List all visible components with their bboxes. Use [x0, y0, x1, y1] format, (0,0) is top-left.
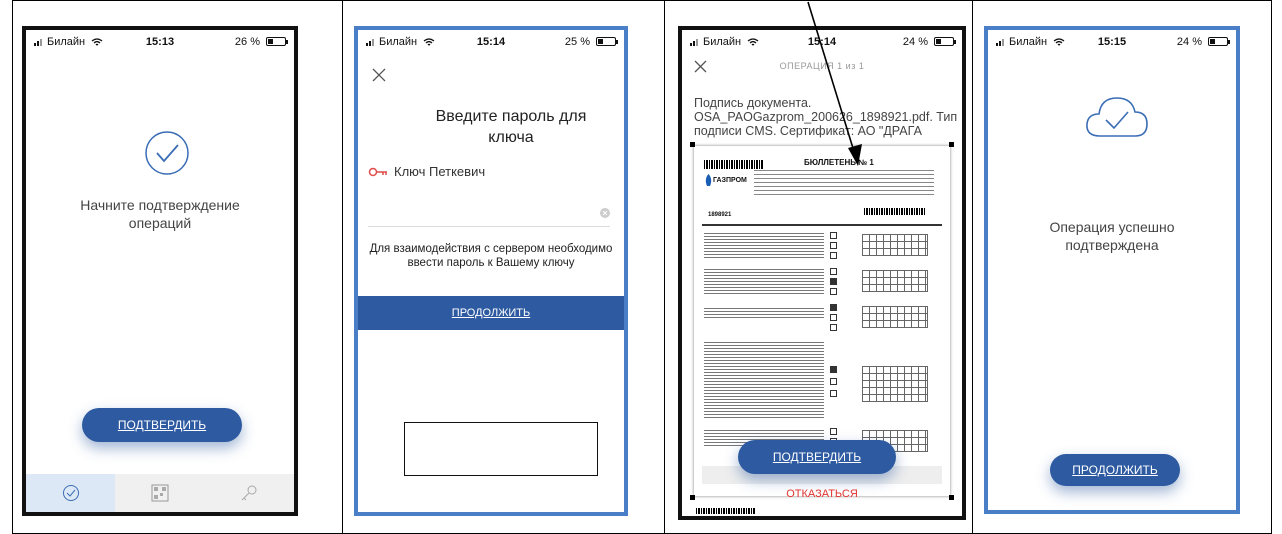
key-icon [368, 167, 387, 176]
battery-percent: 25 % [564, 36, 590, 48]
status-bar: Билайн 15:15 24 % [988, 30, 1236, 52]
battery-percent: 24 % [1176, 36, 1202, 48]
qr-icon [151, 484, 169, 502]
server-hint: Для взаимодействия с сервером необходимо… [369, 243, 613, 269]
barcode-next-page [696, 508, 756, 514]
check-icon [62, 485, 79, 501]
battery-percent: 24 % [902, 36, 928, 48]
cloud-check-icon [1086, 97, 1148, 137]
phone-screen-4: Билайн 15:15 24 % Операция успешно подтв… [984, 26, 1240, 514]
check-circle-icon [145, 131, 189, 175]
confirm-button[interactable]: ПОДТВЕРДИТЬ [738, 440, 896, 474]
battery-percent: 26 % [234, 36, 260, 48]
annotation-arrow [807, 1, 862, 166]
flame-icon [705, 174, 712, 186]
barcode-2 [864, 208, 926, 215]
status-bar: Билайн 15:14 25 % [358, 30, 624, 52]
gazprom-logo: ГАЗПРОМ [704, 174, 747, 186]
battery-icon [266, 37, 288, 46]
battery-icon [934, 37, 956, 46]
reject-button[interactable]: ОТКАЗАТЬСЯ [682, 488, 962, 500]
battery-icon [1208, 37, 1230, 46]
continue-button[interactable]: ПРОДОЛЖИТЬ [358, 296, 624, 330]
battery-icon [596, 37, 618, 46]
tab-qr[interactable] [115, 474, 204, 512]
key-row: Ключ Петкевич [368, 164, 485, 179]
tab-bar [26, 474, 294, 512]
phone-screen-2: Билайн 15:14 25 % Введите пароль для клю… [354, 26, 628, 516]
tab-operations[interactable] [26, 474, 116, 512]
close-icon[interactable] [372, 68, 386, 82]
confirm-button[interactable]: ПОДТВЕРДИТЬ [82, 408, 242, 442]
redacted-box [404, 422, 598, 476]
success-message: Операция успешно подтверждена [1049, 219, 1175, 253]
key-name: Ключ Петкевич [394, 164, 486, 179]
continue-button[interactable]: ПРОДОЛЖИТЬ [1050, 454, 1180, 486]
status-bar: Билайн 15:13 26 % [26, 30, 294, 52]
password-input[interactable] [368, 204, 610, 227]
account-number: 1898921 [708, 212, 732, 218]
key-icon [241, 485, 257, 501]
phone-screen-1: Билайн 15:13 26 % Начните подтверждение … [22, 26, 298, 516]
clear-icon[interactable] [600, 208, 610, 218]
start-message: Начните подтверждение операций [80, 197, 240, 231]
tab-keys[interactable] [205, 474, 294, 512]
barcode [704, 160, 764, 169]
password-title: Введите пароль для ключа [435, 108, 587, 146]
